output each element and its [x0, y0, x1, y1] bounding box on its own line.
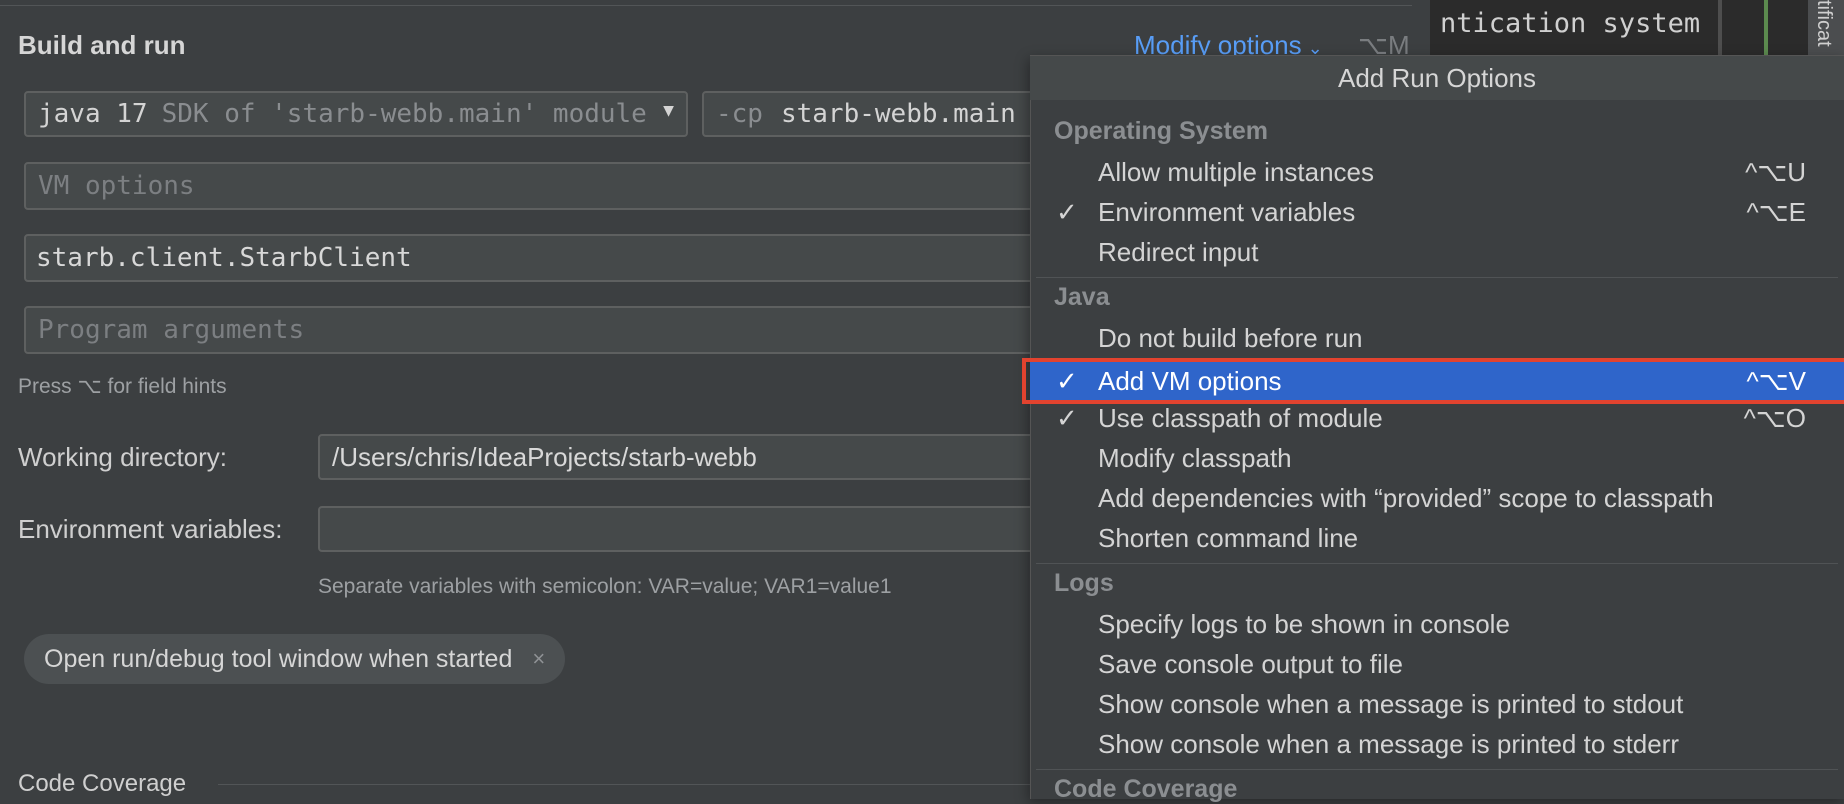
jre-select[interactable]: java 17 SDK of 'starb-webb.main' module … [24, 91, 688, 137]
check-icon: ✓ [1056, 196, 1078, 227]
dropdown-arrow-icon: ▼ [663, 100, 674, 121]
menu-item-label: Allow multiple instances [1098, 156, 1375, 187]
close-icon[interactable]: × [532, 646, 545, 672]
menu-item-save-console-output[interactable]: Save console output to file [1030, 644, 1844, 684]
popup-title: Add Run Options [1030, 56, 1844, 100]
chip-label: Open run/debug tool window when started [44, 644, 513, 673]
group-header-logs: Logs [1054, 569, 1114, 597]
jre-value: java 17 [38, 99, 148, 129]
menu-item-redirect-input[interactable]: Redirect input [1030, 232, 1844, 272]
menu-item-label: Use classpath of module [1098, 402, 1383, 433]
classpath-value: starb-webb.main [780, 99, 1016, 129]
group-separator [1036, 769, 1838, 770]
menu-item-show-console-stdout[interactable]: Show console when a message is printed t… [1030, 684, 1844, 724]
group-header-java: Java [1054, 283, 1110, 311]
menu-item-use-classpath-of-module[interactable]: ✓ Use classpath of module ^⌥O [1030, 398, 1844, 438]
group-separator [1036, 563, 1838, 564]
menu-item-label: Specify logs to be shown in console [1098, 608, 1510, 639]
menu-item-label: Environment variables [1098, 196, 1356, 227]
menu-item-shorten-command-line[interactable]: Shorten command line [1030, 518, 1844, 558]
menu-item-label: Show console when a message is printed t… [1098, 728, 1679, 759]
menu-item-add-provided-dependencies[interactable]: Add dependencies with “provided” scope t… [1030, 478, 1844, 518]
menu-item-label: Save console output to file [1098, 648, 1403, 679]
menu-item-label: Show console when a message is printed t… [1098, 688, 1684, 719]
classpath-prefix: -cp [716, 99, 763, 129]
section-divider [0, 5, 1412, 6]
menu-item-label: Redirect input [1098, 236, 1259, 267]
field-hints-text: Press ⌥ for field hints [18, 375, 227, 398]
menu-item-show-console-stderr[interactable]: Show console when a message is printed t… [1030, 724, 1844, 764]
vcs-change-marker [1764, 0, 1768, 60]
jre-detail: SDK of 'starb-webb.main' module [161, 99, 647, 129]
open-tool-window-chip[interactable]: Open run/debug tool window when started … [24, 634, 566, 684]
code-coverage-title: Code Coverage [18, 770, 187, 797]
group-header-operating-system: Operating System [1054, 117, 1268, 145]
working-directory-label: Working directory: [18, 442, 228, 472]
menu-item-do-not-build[interactable]: Do not build before run [1030, 318, 1844, 358]
group-header-code-coverage: Code Coverage [1054, 775, 1238, 803]
editor-code-line: ntication system [1440, 8, 1701, 39]
code-coverage-divider [218, 784, 1038, 785]
menu-item-label: Do not build before run [1098, 322, 1363, 353]
menu-item-modify-classpath[interactable]: Modify classpath [1030, 438, 1844, 478]
editor-gutter [1718, 0, 1722, 60]
environment-variables-help: Separate variables with semicolon: VAR=v… [318, 575, 892, 598]
check-icon: ✓ [1056, 402, 1078, 433]
side-tool-tab-label: tificat [1813, 0, 1835, 47]
menu-item-shortcut: ^⌥U [1745, 156, 1806, 187]
menu-item-environment-variables[interactable]: ✓ Environment variables ^⌥E [1030, 192, 1844, 232]
menu-item-specify-logs[interactable]: Specify logs to be shown in console [1030, 604, 1844, 644]
menu-item-shortcut: ^⌥E [1746, 196, 1806, 227]
menu-item-label: Shorten command line [1098, 522, 1359, 553]
environment-variables-label: Environment variables: [18, 514, 283, 544]
menu-item-label: Add dependencies with “provided” scope t… [1098, 482, 1714, 513]
group-separator [1036, 277, 1838, 278]
menu-item-allow-multiple-instances[interactable]: Allow multiple instances ^⌥U [1030, 152, 1844, 192]
section-title: Build and run [18, 30, 186, 60]
menu-item-label: Modify classpath [1098, 442, 1292, 473]
menu-item-shortcut: ^⌥O [1743, 402, 1806, 433]
